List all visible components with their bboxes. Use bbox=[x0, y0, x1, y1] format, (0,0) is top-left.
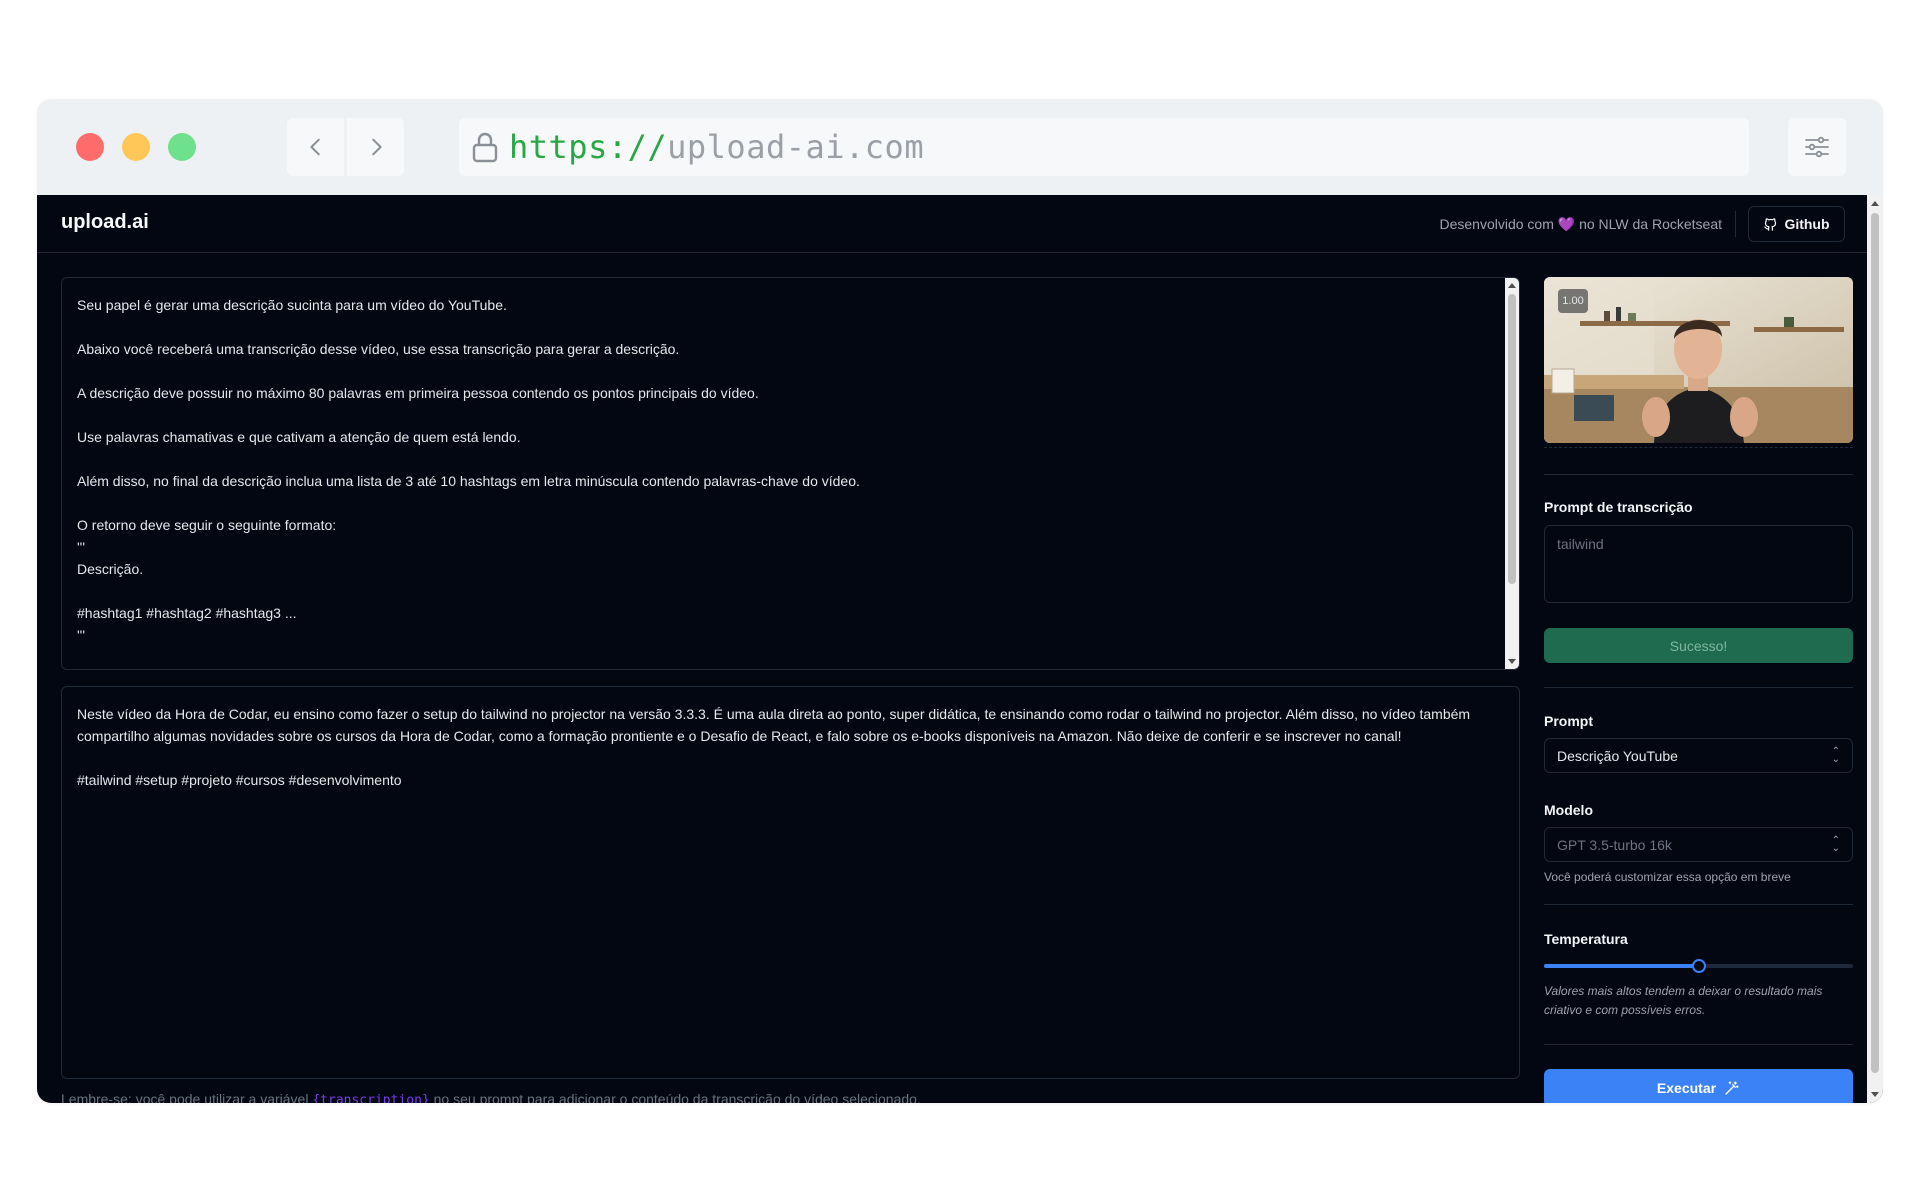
section-divider bbox=[1544, 687, 1853, 688]
prompt-line: Descrição. bbox=[77, 561, 144, 577]
credit-text: Desenvolvido com 💜 no NLW da Rocketseat bbox=[1439, 216, 1722, 233]
chevron-up-down-icon: ⌃ ⌄ bbox=[1831, 745, 1840, 765]
url-text: https://upload-ai.com bbox=[509, 128, 924, 166]
url-protocol: https:// bbox=[509, 128, 668, 166]
page-scroll-down-arrow[interactable] bbox=[1871, 1092, 1879, 1097]
slider-fill bbox=[1544, 964, 1699, 968]
section-divider bbox=[1544, 904, 1853, 905]
sliders-icon bbox=[1805, 136, 1829, 158]
url-host: upload-ai.com bbox=[667, 128, 925, 166]
prompt-line: A descrição deve possuir no máximo 80 pa… bbox=[77, 385, 759, 401]
page-viewport: upload.ai Desenvolvido com 💜 no NLW da R… bbox=[37, 195, 1883, 1103]
result-lines: Neste vídeo da Hora de Codar, eu ensino … bbox=[77, 703, 1504, 791]
chevron-right-icon bbox=[371, 138, 382, 156]
model-selected-value: GPT 3.5-turbo 16k bbox=[1557, 836, 1672, 853]
back-button[interactable] bbox=[287, 118, 344, 176]
transcription-prompt-input[interactable]: tailwind bbox=[1544, 525, 1853, 603]
video-divider bbox=[1544, 447, 1853, 448]
model-select[interactable]: GPT 3.5-turbo 16k ⌃ ⌄ bbox=[1544, 827, 1853, 862]
chevron-up-down-icon: ⌃ ⌄ bbox=[1831, 834, 1840, 854]
github-icon bbox=[1764, 217, 1777, 231]
forward-button[interactable] bbox=[347, 118, 404, 176]
chevron-left-icon bbox=[309, 138, 320, 156]
prompt-lines: Seu papel é gerar uma descrição sucinta … bbox=[77, 294, 1489, 646]
playback-speed-badge[interactable]: 1.00 bbox=[1558, 289, 1588, 313]
scroll-down-arrow[interactable] bbox=[1508, 659, 1516, 664]
prompt-line bbox=[77, 448, 1489, 470]
scroll-up-arrow[interactable] bbox=[1508, 283, 1516, 288]
prompt-line bbox=[77, 316, 1489, 338]
prompt-line bbox=[77, 360, 1489, 382]
prompt-label: Prompt bbox=[1544, 713, 1593, 729]
header-divider bbox=[1735, 211, 1736, 237]
prompt-line: ''' bbox=[77, 539, 86, 555]
maximize-window-button[interactable] bbox=[168, 133, 196, 161]
browser-window: https://upload-ai.com upload.ai Desenvol… bbox=[37, 99, 1883, 1103]
run-label: Executar bbox=[1656, 1080, 1717, 1096]
prompt-line: Abaixo você receberá uma transcrição des… bbox=[77, 341, 680, 357]
brand-logo: upload.ai bbox=[61, 211, 149, 233]
section-divider bbox=[1544, 474, 1853, 475]
run-button[interactable]: Executar bbox=[1544, 1069, 1853, 1103]
prompt-scrollbar[interactable] bbox=[1505, 278, 1519, 669]
credit-prefix: Desenvolvido com bbox=[1439, 216, 1554, 232]
video-preview[interactable]: 1.00 bbox=[1544, 277, 1853, 443]
github-button[interactable]: Github bbox=[1748, 206, 1845, 242]
wand-icon bbox=[1725, 1081, 1739, 1095]
temperature-note: Valores mais altos tendem a deixar o res… bbox=[1544, 984, 1823, 1017]
settings-button[interactable] bbox=[1788, 118, 1846, 176]
close-window-button[interactable] bbox=[76, 133, 104, 161]
model-note: Você poderá customizar essa opção em bre… bbox=[1544, 870, 1791, 884]
temperature-slider[interactable] bbox=[1544, 959, 1853, 973]
prompt-line bbox=[77, 492, 1489, 514]
transcription-prompt-label: Prompt de transcrição bbox=[1544, 499, 1693, 515]
result-textarea[interactable]: Neste vídeo da Hora de Codar, eu ensino … bbox=[61, 686, 1520, 1079]
scroll-thumb[interactable] bbox=[1508, 294, 1516, 584]
page-scroll-up-arrow[interactable] bbox=[1871, 201, 1879, 206]
prompt-line: O retorno deve seguir o seguinte formato… bbox=[77, 517, 337, 533]
result-line: Neste vídeo da Hora de Codar, eu ensino … bbox=[77, 706, 1474, 744]
hint-after: no seu prompt para adicionar o conteúdo … bbox=[429, 1091, 921, 1103]
lock-icon bbox=[472, 132, 498, 163]
prompt-line: ''' bbox=[77, 627, 86, 643]
minimize-window-button[interactable] bbox=[122, 133, 150, 161]
page-scroll-thumb[interactable] bbox=[1871, 213, 1879, 1073]
prompt-line bbox=[77, 580, 1489, 602]
page-scrollbar[interactable] bbox=[1867, 195, 1883, 1103]
result-line bbox=[77, 747, 1504, 769]
success-button[interactable]: Sucesso! bbox=[1544, 628, 1853, 663]
credit-suffix: no NLW da Rocketseat bbox=[1579, 216, 1722, 232]
prompt-textarea[interactable]: Seu papel é gerar uma descrição sucinta … bbox=[61, 277, 1520, 670]
video-thumbnail bbox=[1544, 277, 1853, 443]
github-label: Github bbox=[1784, 216, 1830, 232]
heart-icon: 💜 bbox=[1557, 216, 1576, 232]
hint-before: Lembre-se: você pode utilizar a variável bbox=[61, 1091, 313, 1103]
address-bar[interactable]: https://upload-ai.com bbox=[459, 118, 1749, 176]
hint-variable: {transcription} bbox=[312, 1093, 430, 1103]
app-header: upload.ai Desenvolvido com 💜 no NLW da R… bbox=[37, 195, 1867, 253]
model-label: Modelo bbox=[1544, 802, 1593, 818]
prompt-line: Seu papel é gerar uma descrição sucinta … bbox=[77, 297, 507, 313]
variable-hint: Lembre-se: você pode utilizar a variável… bbox=[61, 1091, 921, 1103]
prompt-line bbox=[77, 404, 1489, 426]
prompt-selected-value: Descrição YouTube bbox=[1557, 747, 1678, 764]
section-divider bbox=[1544, 1044, 1853, 1045]
temperature-label: Temperatura bbox=[1544, 931, 1628, 947]
browser-toolbar: https://upload-ai.com bbox=[37, 99, 1883, 195]
result-line: #tailwind #setup #projeto #cursos #desen… bbox=[77, 772, 402, 788]
prompt-line: #hashtag1 #hashtag2 #hashtag3 ... bbox=[77, 605, 297, 621]
prompt-line: Além disso, no final da descrição inclua… bbox=[77, 473, 860, 489]
prompt-select[interactable]: Descrição YouTube ⌃ ⌄ bbox=[1544, 738, 1853, 773]
prompt-line: Use palavras chamativas e que cativam a … bbox=[77, 429, 521, 445]
slider-thumb[interactable] bbox=[1691, 959, 1706, 973]
